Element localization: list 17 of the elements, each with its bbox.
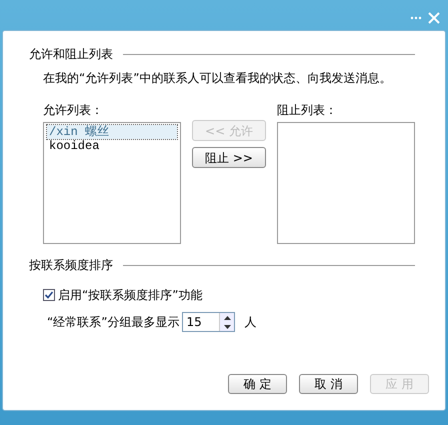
section-title: 按联系频度排序 — [29, 257, 113, 274]
button[interactable]: 阻止 >> — [192, 147, 266, 168]
list-label: 阻止列表： — [277, 103, 337, 117]
list-item[interactable]: kooidea — [47, 139, 177, 153]
checkbox-label[interactable]: 启用“按联系频度排序”功能 — [58, 286, 202, 304]
section-title: 允许和阻止列表 — [29, 46, 113, 63]
list-label: 允许列表： — [43, 103, 103, 117]
description-text: 在我的“允许列表”中的联系人可以查看我的状态、向我发送消息。 — [43, 71, 392, 85]
button[interactable]: 确 定 — [228, 374, 287, 394]
button[interactable]: 取 消 — [299, 374, 358, 394]
unit-label: 人 — [244, 314, 256, 331]
allow-listbox[interactable]: /xin 螺丝 kooidea — [43, 122, 181, 244]
list-item[interactable]: /xin 螺丝 — [47, 125, 177, 139]
number-spinner[interactable]: 15 — [182, 312, 236, 332]
block-listbox[interactable] — [277, 122, 415, 244]
limit-label: “经常联系”分组最多显示 — [47, 314, 180, 331]
checkbox[interactable] — [43, 289, 55, 301]
